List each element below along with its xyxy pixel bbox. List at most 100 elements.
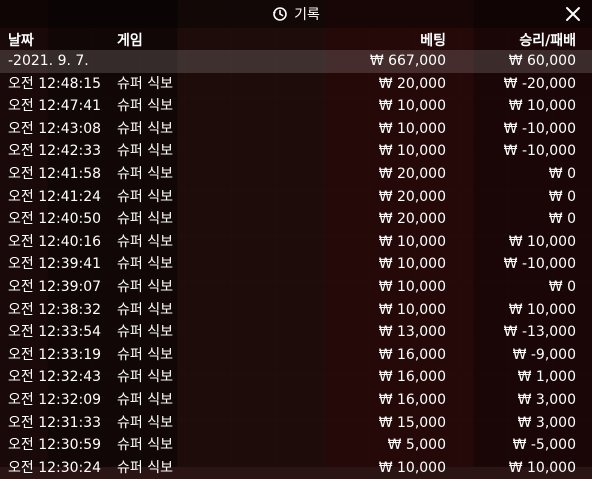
date-group-date: -2021. 9. 7. <box>8 53 89 69</box>
row-time: 오전 12:42:33 <box>8 143 102 160</box>
header-date[interactable]: 날짜 <box>8 30 34 50</box>
row-result: ₩ 10,000 <box>508 233 576 250</box>
row-game: 슈퍼 식보 <box>117 120 173 137</box>
row-game: 슈퍼 식보 <box>117 233 173 250</box>
row-game: 슈퍼 식보 <box>117 369 173 386</box>
row-result: ₩ -9,000 <box>512 346 576 363</box>
table-header: 날짜 게임 베팅 승리/패배 <box>0 28 592 50</box>
table-row[interactable]: 오전 12:32:09 슈퍼 식보 ₩ 16,000 ₩ 3,000 <box>0 389 592 412</box>
row-result: ₩ -10,000 <box>503 256 576 273</box>
row-result: ₩ 1,000 <box>517 369 576 386</box>
table-row[interactable]: 오전 12:30:24 슈퍼 식보 ₩ 10,000 ₩ 10,000 <box>0 457 592 479</box>
row-bet: ₩ 20,000 <box>378 165 446 182</box>
row-time: 오전 12:40:50 <box>8 211 102 228</box>
table-row[interactable]: 오전 12:42:33 슈퍼 식보 ₩ 10,000 ₩ -10,000 <box>0 140 592 163</box>
row-game: 슈퍼 식보 <box>117 165 173 182</box>
table-row[interactable]: 오전 12:33:19 슈퍼 식보 ₩ 16,000 ₩ -9,000 <box>0 344 592 367</box>
history-list: -2021. 9. 7. ₩ 667,000 ₩ 60,000 오전 12:48… <box>0 50 592 479</box>
row-result: ₩ -5,000 <box>512 437 576 454</box>
row-game: 슈퍼 식보 <box>117 414 173 431</box>
row-bet: ₩ 13,000 <box>378 324 446 341</box>
table-row[interactable]: 오전 12:30:59 슈퍼 식보 ₩ 5,000 ₩ -5,000 <box>0 434 592 457</box>
row-result: ₩ -13,000 <box>503 324 576 341</box>
table-row[interactable]: 오전 12:38:32 슈퍼 식보 ₩ 10,000 ₩ 10,000 <box>0 299 592 322</box>
title-bar: 기록 <box>0 0 592 28</box>
row-game: 슈퍼 식보 <box>117 211 173 228</box>
row-bet: ₩ 20,000 <box>378 211 446 228</box>
row-result: ₩ 10,000 <box>508 301 576 318</box>
table-row[interactable]: 오전 12:43:08 슈퍼 식보 ₩ 10,000 ₩ -10,000 <box>0 118 592 141</box>
row-bet: ₩ 16,000 <box>378 391 446 408</box>
window-title: 기록 <box>294 7 320 23</box>
row-time: 오전 12:47:41 <box>8 98 102 115</box>
header-result[interactable]: 승리/패배 <box>519 30 576 50</box>
row-game: 슈퍼 식보 <box>117 256 173 273</box>
row-result: ₩ 0 <box>548 211 576 228</box>
row-game: 슈퍼 식보 <box>117 391 173 408</box>
header-bet[interactable]: 베팅 <box>420 30 446 50</box>
row-game: 슈퍼 식보 <box>117 437 173 454</box>
row-result: ₩ 10,000 <box>508 459 576 476</box>
row-game: 슈퍼 식보 <box>117 301 173 318</box>
history-panel: 기록 날짜 게임 베팅 승리/패배 -2021. 9. 7. ₩ 667,000… <box>0 0 592 476</box>
header-game[interactable]: 게임 <box>117 30 143 50</box>
table-row[interactable]: 오전 12:39:41 슈퍼 식보 ₩ 10,000 ₩ -10,000 <box>0 253 592 276</box>
row-time: 오전 12:32:43 <box>8 369 102 386</box>
row-result: ₩ 0 <box>548 165 576 182</box>
close-icon[interactable] <box>564 5 582 23</box>
table-row[interactable]: 오전 12:33:54 슈퍼 식보 ₩ 13,000 ₩ -13,000 <box>0 321 592 344</box>
row-bet: ₩ 10,000 <box>378 120 446 137</box>
row-game: 슈퍼 식보 <box>117 346 173 363</box>
table-row[interactable]: 오전 12:32:43 슈퍼 식보 ₩ 16,000 ₩ 1,000 <box>0 366 592 389</box>
row-game: 슈퍼 식보 <box>117 278 173 295</box>
row-bet: ₩ 10,000 <box>378 278 446 295</box>
row-game: 슈퍼 식보 <box>117 98 173 115</box>
history-icon <box>273 7 287 21</box>
table-row[interactable]: 오전 12:41:24 슈퍼 식보 ₩ 20,000 ₩ 0 <box>0 186 592 209</box>
row-game: 슈퍼 식보 <box>117 324 173 341</box>
row-time: 오전 12:38:32 <box>8 301 102 318</box>
row-time: 오전 12:31:33 <box>8 414 102 431</box>
date-group-row[interactable]: -2021. 9. 7. ₩ 667,000 ₩ 60,000 <box>0 50 592 73</box>
row-time: 오전 12:43:08 <box>8 120 102 137</box>
table-row[interactable]: 오전 12:41:58 슈퍼 식보 ₩ 20,000 ₩ 0 <box>0 163 592 186</box>
table-row[interactable]: 오전 12:31:33 슈퍼 식보 ₩ 15,000 ₩ 3,000 <box>0 412 592 435</box>
row-bet: ₩ 20,000 <box>378 75 446 92</box>
row-bet: ₩ 10,000 <box>378 143 446 160</box>
row-result: ₩ 10,000 <box>508 98 576 115</box>
row-time: 오전 12:30:24 <box>8 459 102 476</box>
row-time: 오전 12:33:19 <box>8 346 102 363</box>
row-time: 오전 12:40:16 <box>8 233 102 250</box>
row-bet: ₩ 10,000 <box>378 233 446 250</box>
date-group-bet: ₩ 667,000 <box>369 53 446 69</box>
row-result: ₩ -10,000 <box>503 143 576 160</box>
date-group-result: ₩ 60,000 <box>508 53 576 69</box>
row-time: 오전 12:41:24 <box>8 188 102 205</box>
row-time: 오전 12:39:07 <box>8 278 102 295</box>
table-row[interactable]: 오전 12:47:41 슈퍼 식보 ₩ 10,000 ₩ 10,000 <box>0 95 592 118</box>
row-bet: ₩ 10,000 <box>378 98 446 115</box>
row-time: 오전 12:30:59 <box>8 437 102 454</box>
row-bet: ₩ 5,000 <box>387 437 446 454</box>
row-time: 오전 12:39:41 <box>8 256 102 273</box>
row-bet: ₩ 16,000 <box>378 346 446 363</box>
row-result: ₩ 0 <box>548 188 576 205</box>
table-row[interactable]: 오전 12:39:07 슈퍼 식보 ₩ 10,000 ₩ 0 <box>0 276 592 299</box>
table-row[interactable]: 오전 12:48:15 슈퍼 식보 ₩ 20,000 ₩ -20,000 <box>0 73 592 96</box>
row-bet: ₩ 10,000 <box>378 256 446 273</box>
row-time: 오전 12:33:54 <box>8 324 102 341</box>
table-row[interactable]: 오전 12:40:16 슈퍼 식보 ₩ 10,000 ₩ 10,000 <box>0 231 592 254</box>
row-bet: ₩ 10,000 <box>378 459 446 476</box>
row-game: 슈퍼 식보 <box>117 459 173 476</box>
row-game: 슈퍼 식보 <box>117 188 173 205</box>
row-time: 오전 12:48:15 <box>8 75 102 92</box>
row-result: ₩ -20,000 <box>503 75 576 92</box>
row-bet: ₩ 10,000 <box>378 301 446 318</box>
row-result: ₩ -10,000 <box>503 120 576 137</box>
title-wrap: 기록 <box>272 4 320 24</box>
row-time: 오전 12:41:58 <box>8 165 102 182</box>
row-result: ₩ 0 <box>548 278 576 295</box>
row-result: ₩ 3,000 <box>517 414 576 431</box>
row-game: 슈퍼 식보 <box>117 75 173 92</box>
table-row[interactable]: 오전 12:40:50 슈퍼 식보 ₩ 20,000 ₩ 0 <box>0 208 592 231</box>
